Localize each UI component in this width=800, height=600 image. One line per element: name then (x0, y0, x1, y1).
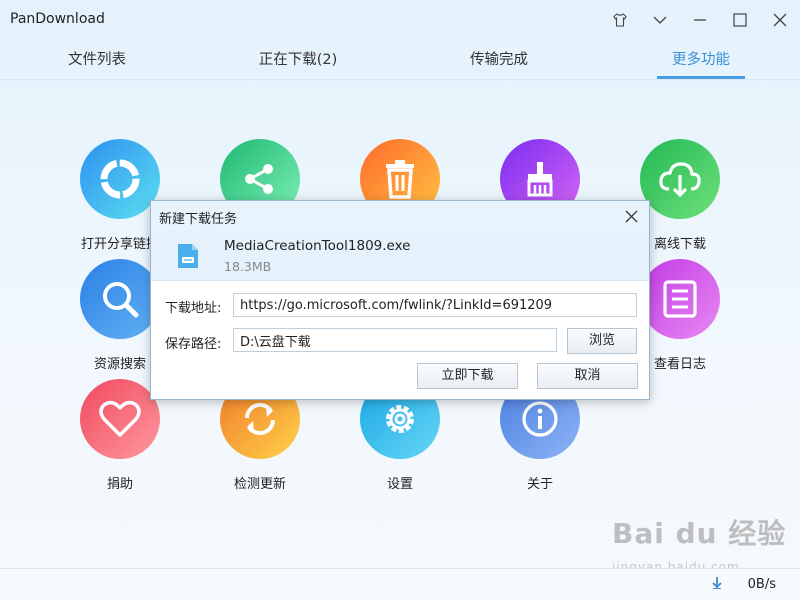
app-title: PanDownload (10, 11, 105, 27)
file-exe-icon (177, 243, 199, 273)
tab-downloading[interactable]: 正在下载(2) (238, 40, 358, 80)
download-speed: 0B/s (747, 577, 776, 592)
file-name: MediaCreationTool1809.exe (224, 238, 411, 254)
search-icon (80, 259, 160, 339)
feature-label: 捐助 (106, 477, 133, 492)
download-now-button[interactable]: 立即下载 (417, 363, 518, 389)
path-label: 保存路径: (165, 337, 222, 352)
open-share-icon (80, 139, 160, 219)
cloud-download-icon (640, 139, 720, 219)
maximize-icon[interactable] (728, 8, 752, 32)
tab-file-list[interactable]: 文件列表 (37, 40, 157, 80)
tab-completed[interactable]: 传输完成 (439, 40, 559, 80)
baidu-watermark: Bai du 经验 (612, 517, 787, 550)
browse-button[interactable]: 浏览 (567, 328, 637, 354)
save-path-input[interactable] (233, 328, 557, 352)
log-icon (640, 259, 720, 339)
file-size: 18.3MB (224, 259, 272, 274)
dialog-title: 新建下载任务 (159, 212, 238, 227)
tab-bar: 文件列表 正在下载(2) 传输完成 更多功能 (0, 40, 800, 80)
skin-shirt-icon[interactable] (608, 8, 632, 32)
feature-label: 关于 (526, 477, 553, 492)
url-label: 下载地址: (165, 301, 222, 316)
chevron-down-icon[interactable] (648, 8, 672, 32)
feature-label: 检测更新 (233, 477, 286, 492)
new-download-dialog: 新建下载任务 MediaCreationTool1809.exe 18.3MB … (150, 200, 650, 400)
dialog-close-icon[interactable] (621, 206, 641, 226)
close-icon[interactable] (768, 8, 792, 32)
tab-more-features[interactable]: 更多功能 (641, 40, 761, 80)
title-bar: PanDownload (0, 0, 800, 40)
cancel-button[interactable]: 取消 (537, 363, 638, 389)
minimize-icon[interactable] (688, 8, 712, 32)
url-input[interactable] (233, 293, 637, 317)
status-bar: 0B/s (0, 568, 800, 600)
active-tab-indicator (657, 76, 745, 79)
feature-label: 设置 (386, 477, 413, 492)
app-window: PanDownload 文件列表 正在下载(2) 传输完成 更多功能 打开分享链… (0, 0, 800, 600)
download-arrow-icon (712, 577, 722, 593)
dialog-header: 新建下载任务 (151, 201, 649, 231)
file-info-row: MediaCreationTool1809.exe 18.3MB (151, 231, 649, 281)
heart-icon (80, 379, 160, 459)
